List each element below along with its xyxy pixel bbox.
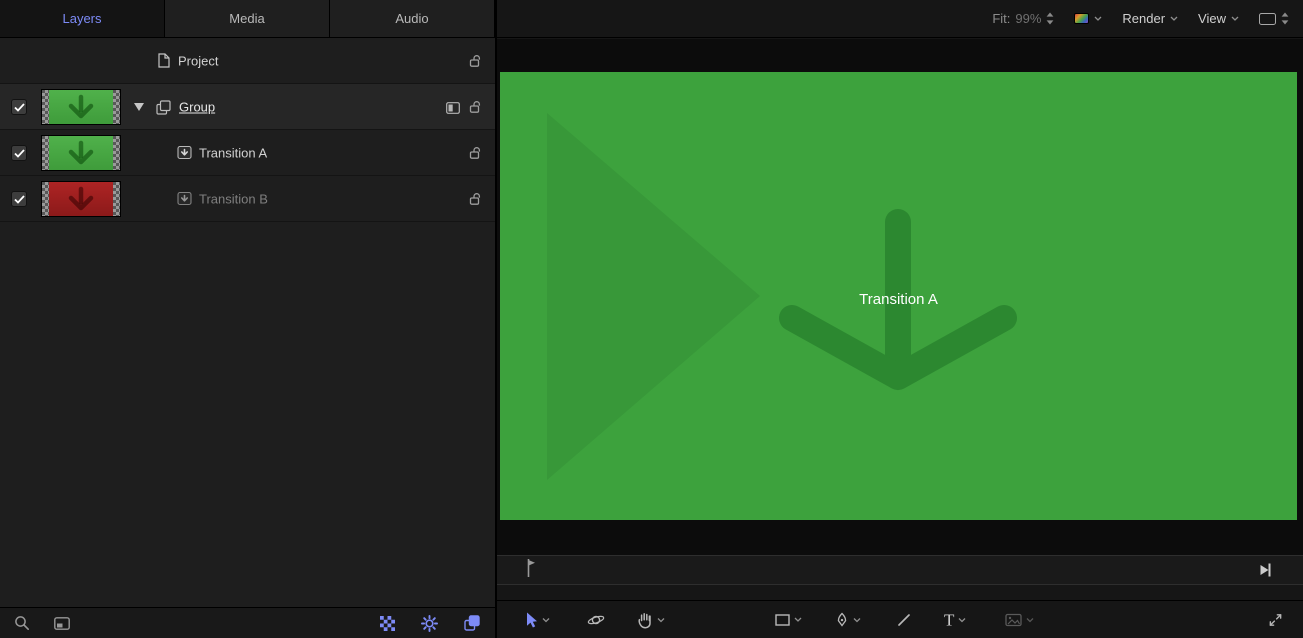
- image-mask-tool[interactable]: [1005, 613, 1034, 626]
- stepper-icon: [1281, 12, 1289, 25]
- group-thumbnail[interactable]: [41, 89, 121, 125]
- image-mask-tool-icon: [1005, 613, 1022, 626]
- select-tool-icon: [524, 611, 538, 628]
- playhead-marker-icon[interactable]: [527, 559, 536, 577]
- zoom-control[interactable]: Fit: 99%: [992, 11, 1054, 26]
- layer-row-project[interactable]: Project: [0, 38, 495, 84]
- layer-list: Project: [0, 38, 495, 607]
- line-tool-icon: [897, 613, 911, 627]
- chevron-down-icon: [1170, 16, 1178, 21]
- transition-a-thumbnail[interactable]: [41, 135, 121, 171]
- layers-panel: Layers Media Audio Project: [0, 0, 496, 638]
- view-label: View: [1198, 11, 1226, 26]
- text-tool[interactable]: T: [944, 611, 966, 628]
- chevron-down-icon: [542, 617, 550, 622]
- tools-bar: T: [497, 600, 1303, 638]
- project-label: Project: [178, 53, 218, 68]
- fullscreen-icon: [1268, 612, 1283, 627]
- end-marker-icon[interactable]: [1260, 563, 1271, 577]
- filmstrip-edge: [113, 90, 120, 124]
- transition-layer-icon: [177, 145, 192, 160]
- layer-row-transition-a[interactable]: Transition A: [0, 130, 495, 176]
- lock-icon[interactable]: [469, 146, 482, 160]
- chevron-down-icon: [794, 617, 802, 622]
- disclosure-triangle-icon[interactable]: [134, 103, 144, 111]
- display-layout-control[interactable]: [1259, 12, 1289, 25]
- group-mode-icon[interactable]: [446, 102, 460, 114]
- fit-label: Fit:: [992, 11, 1010, 26]
- transition-layer-icon: [177, 191, 192, 206]
- filmstrip-edge: [113, 136, 120, 170]
- chevron-down-icon: [853, 617, 861, 622]
- filmstrip-edge: [42, 182, 49, 216]
- transition-b-activation-checkbox[interactable]: [11, 191, 27, 207]
- layer-row-transition-b[interactable]: Transition B: [0, 176, 495, 222]
- footer-right-icons: [380, 615, 480, 632]
- checkerboard-icon[interactable]: [380, 616, 395, 631]
- group-activation-checkbox[interactable]: [11, 99, 27, 115]
- stepper-icon[interactable]: [1046, 12, 1054, 25]
- render-dropdown[interactable]: Render: [1122, 11, 1178, 26]
- transform-3d-tool-icon: [587, 612, 605, 628]
- document-icon: [157, 53, 170, 68]
- lock-icon[interactable]: [469, 192, 482, 206]
- channels-dropdown[interactable]: [1074, 13, 1102, 24]
- chevron-down-icon: [1231, 16, 1239, 21]
- layers-panel-footer: [0, 607, 495, 638]
- text-tool-icon: T: [944, 611, 954, 628]
- lock-icon[interactable]: [469, 100, 482, 114]
- gear-icon[interactable]: [421, 615, 438, 632]
- hand-tool-icon: [637, 611, 653, 628]
- bezier-tool[interactable]: [835, 612, 861, 627]
- rectangle-tool-icon: [775, 614, 790, 626]
- group-label[interactable]: Group: [179, 99, 215, 114]
- render-label: Render: [1122, 11, 1165, 26]
- filter-icon[interactable]: [54, 617, 70, 630]
- filmstrip-edge: [113, 182, 120, 216]
- chevron-down-icon: [1094, 16, 1102, 21]
- transition-b-label[interactable]: Transition B: [199, 191, 268, 206]
- chevron-down-icon: [657, 617, 665, 622]
- panel-tabs: Layers Media Audio: [0, 0, 495, 38]
- video-frame[interactable]: Transition A: [500, 72, 1297, 520]
- transition-a-activation-checkbox[interactable]: [11, 145, 27, 161]
- search-icon[interactable]: [14, 615, 30, 631]
- view-dropdown[interactable]: View: [1198, 11, 1239, 26]
- color-channels-icon: [1074, 13, 1089, 24]
- chevron-down-icon: [958, 617, 966, 622]
- layer-row-group[interactable]: Group: [0, 84, 495, 130]
- mini-timeline[interactable]: [497, 555, 1303, 585]
- transform-3d-tool[interactable]: [587, 612, 605, 628]
- chevron-down-icon: [1026, 617, 1034, 622]
- bezier-tool-icon: [835, 612, 849, 627]
- display-icon: [1259, 13, 1276, 25]
- line-tool[interactable]: [897, 613, 911, 627]
- select-tool[interactable]: [524, 611, 550, 628]
- tab-media[interactable]: Media: [165, 0, 330, 37]
- hand-tool[interactable]: [637, 611, 665, 628]
- transition-a-label[interactable]: Transition A: [199, 145, 267, 160]
- motion-window: Layers Media Audio Project: [0, 0, 1303, 638]
- zoom-value: 99%: [1015, 11, 1041, 26]
- filmstrip-edge: [42, 136, 49, 170]
- canvas-area: Fit: 99% Render View: [497, 0, 1303, 638]
- group-icon: [156, 100, 171, 115]
- filmstrip-edge: [42, 90, 49, 124]
- lock-icon[interactable]: [469, 54, 482, 68]
- rectangle-tool[interactable]: [775, 614, 802, 626]
- fullscreen-toggle[interactable]: [1268, 612, 1283, 627]
- tab-layers[interactable]: Layers: [0, 0, 165, 37]
- canvas-toolbar: Fit: 99% Render View: [497, 0, 1303, 38]
- transition-b-thumbnail[interactable]: [41, 181, 121, 217]
- canvas-title-text: Transition A: [500, 291, 1297, 308]
- tab-audio[interactable]: Audio: [330, 0, 495, 37]
- canvas-viewport[interactable]: Transition A: [497, 39, 1303, 555]
- layers-stack-icon[interactable]: [464, 615, 480, 631]
